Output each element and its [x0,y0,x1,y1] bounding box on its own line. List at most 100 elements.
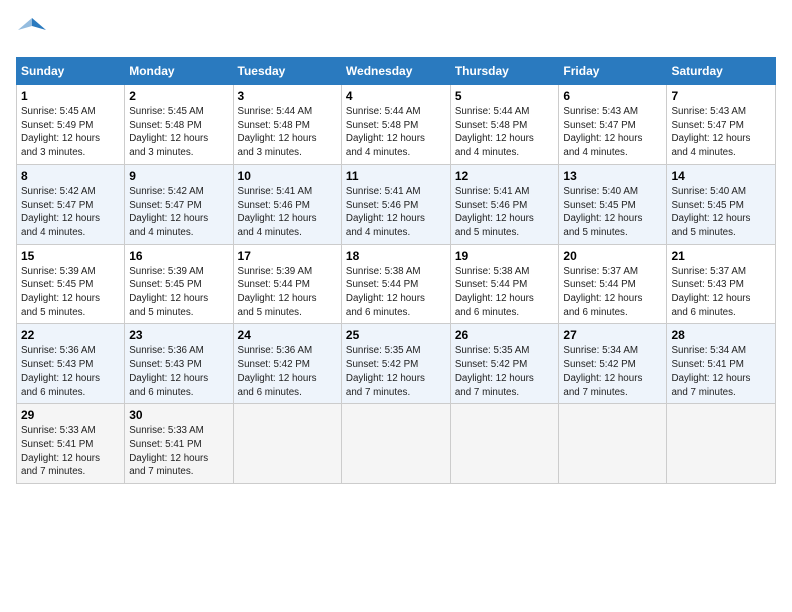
column-header-wednesday: Wednesday [341,58,450,85]
calendar-cell: 25 Sunrise: 5:35 AM Sunset: 5:42 PM Dayli… [341,324,450,404]
day-number: 21 [671,249,771,263]
day-number: 20 [563,249,662,263]
day-number: 28 [671,328,771,342]
day-number: 1 [21,89,120,103]
calendar-week-row: 22 Sunrise: 5:36 AM Sunset: 5:43 PM Dayli… [17,324,776,404]
calendar-cell [667,404,776,484]
day-number: 11 [346,169,446,183]
day-info: Sunrise: 5:34 AM Sunset: 5:42 PM Dayligh… [563,344,662,399]
day-info: Sunrise: 5:43 AM Sunset: 5:47 PM Dayligh… [671,105,771,160]
calendar-cell: 21Sunrise: 5:37 AM Sunset: 5:43 PM Dayli… [667,244,776,324]
day-info: Sunrise: 5:33 AM Sunset: 5:41 PM Dayligh… [21,424,120,479]
page-header [16,16,776,49]
day-info: Sunrise: 5:45 AM Sunset: 5:49 PM Dayligh… [21,105,120,160]
day-number: 3 [238,89,337,103]
calendar-cell: 10 Sunrise: 5:41 AM Sunset: 5:46 PM Dayli… [233,164,341,244]
day-number: 17 [238,249,337,263]
column-header-thursday: Thursday [450,58,559,85]
calendar-cell: 1 Sunrise: 5:45 AM Sunset: 5:49 PM Daylig… [17,85,125,165]
calendar-cell: 18 Sunrise: 5:38 AM Sunset: 5:44 PM Dayli… [341,244,450,324]
day-info: Sunrise: 5:38 AM Sunset: 5:44 PM Dayligh… [455,265,555,320]
day-number: 22 [21,328,120,342]
column-header-saturday: Saturday [667,58,776,85]
calendar-cell [559,404,667,484]
day-number: 8 [21,169,120,183]
calendar-header-row: SundayMondayTuesdayWednesdayThursdayFrid… [17,58,776,85]
calendar-week-row: 1 Sunrise: 5:45 AM Sunset: 5:49 PM Daylig… [17,85,776,165]
day-info: Sunrise: 5:44 AM Sunset: 5:48 PM Dayligh… [346,105,446,160]
day-info: Sunrise: 5:41 AM Sunset: 5:46 PM Dayligh… [346,185,446,240]
day-number: 9 [129,169,228,183]
day-number: 10 [238,169,337,183]
calendar-week-row: 29 Sunrise: 5:33 AM Sunset: 5:41 PM Dayli… [17,404,776,484]
day-info: Sunrise: 5:44 AM Sunset: 5:48 PM Dayligh… [238,105,337,160]
day-number: 7 [671,89,771,103]
day-number: 18 [346,249,446,263]
day-number: 19 [455,249,555,263]
calendar-cell: 26 Sunrise: 5:35 AM Sunset: 5:42 PM Dayli… [450,324,559,404]
calendar-cell: 20 Sunrise: 5:37 AM Sunset: 5:44 PM Dayli… [559,244,667,324]
day-info: Sunrise: 5:43 AM Sunset: 5:47 PM Dayligh… [563,105,662,160]
day-number: 26 [455,328,555,342]
calendar-cell: 9Sunrise: 5:42 AM Sunset: 5:47 PM Daylig… [125,164,233,244]
calendar-cell: 11 Sunrise: 5:41 AM Sunset: 5:46 PM Dayli… [341,164,450,244]
day-number: 29 [21,408,120,422]
day-number: 27 [563,328,662,342]
calendar-cell: 8 Sunrise: 5:42 AM Sunset: 5:47 PM Daylig… [17,164,125,244]
column-header-monday: Monday [125,58,233,85]
day-info: Sunrise: 5:37 AM Sunset: 5:44 PM Dayligh… [563,265,662,320]
day-info: Sunrise: 5:39 AM Sunset: 5:44 PM Dayligh… [238,265,337,320]
day-number: 13 [563,169,662,183]
calendar-cell: 22Sunrise: 5:36 AM Sunset: 5:43 PM Dayli… [17,324,125,404]
day-info: Sunrise: 5:35 AM Sunset: 5:42 PM Dayligh… [455,344,555,399]
day-info: Sunrise: 5:36 AM Sunset: 5:43 PM Dayligh… [129,344,228,399]
day-info: Sunrise: 5:41 AM Sunset: 5:46 PM Dayligh… [238,185,337,240]
day-info: Sunrise: 5:44 AM Sunset: 5:48 PM Dayligh… [455,105,555,160]
calendar-cell: 13 Sunrise: 5:40 AM Sunset: 5:45 PM Dayli… [559,164,667,244]
day-info: Sunrise: 5:35 AM Sunset: 5:42 PM Dayligh… [346,344,446,399]
day-number: 16 [129,249,228,263]
day-number: 6 [563,89,662,103]
calendar-cell [450,404,559,484]
day-info: Sunrise: 5:39 AM Sunset: 5:45 PM Dayligh… [21,265,120,320]
calendar-cell [341,404,450,484]
calendar-cell: 12 Sunrise: 5:41 AM Sunset: 5:46 PM Dayli… [450,164,559,244]
day-number: 23 [129,328,228,342]
day-number: 15 [21,249,120,263]
day-info: Sunrise: 5:38 AM Sunset: 5:44 PM Dayligh… [346,265,446,320]
calendar-cell: 24 Sunrise: 5:36 AM Sunset: 5:42 PM Dayli… [233,324,341,404]
column-header-friday: Friday [559,58,667,85]
day-info: Sunrise: 5:39 AM Sunset: 5:45 PM Dayligh… [129,265,228,320]
logo-bird-icon [18,16,46,44]
calendar-cell: 30 Sunrise: 5:33 AM Sunset: 5:41 PM Dayli… [125,404,233,484]
day-number: 4 [346,89,446,103]
day-number: 24 [238,328,337,342]
day-info: Sunrise: 5:36 AM Sunset: 5:42 PM Dayligh… [238,344,337,399]
calendar-table: SundayMondayTuesdayWednesdayThursdayFrid… [16,57,776,484]
logo-general [16,16,46,49]
calendar-cell: 15 Sunrise: 5:39 AM Sunset: 5:45 PM Dayli… [17,244,125,324]
day-number: 5 [455,89,555,103]
calendar-cell: 7 Sunrise: 5:43 AM Sunset: 5:47 PM Daylig… [667,85,776,165]
day-info: Sunrise: 5:45 AM Sunset: 5:48 PM Dayligh… [129,105,228,160]
calendar-cell: 29 Sunrise: 5:33 AM Sunset: 5:41 PM Dayli… [17,404,125,484]
calendar-cell: 6 Sunrise: 5:43 AM Sunset: 5:47 PM Daylig… [559,85,667,165]
day-number: 25 [346,328,446,342]
day-info: Sunrise: 5:33 AM Sunset: 5:41 PM Dayligh… [129,424,228,479]
day-number: 14 [671,169,771,183]
calendar-cell: 4 Sunrise: 5:44 AM Sunset: 5:48 PM Daylig… [341,85,450,165]
calendar-cell: 23 Sunrise: 5:36 AM Sunset: 5:43 PM Dayli… [125,324,233,404]
day-number: 30 [129,408,228,422]
calendar-cell: 27 Sunrise: 5:34 AM Sunset: 5:42 PM Dayli… [559,324,667,404]
column-header-tuesday: Tuesday [233,58,341,85]
calendar-cell [233,404,341,484]
day-number: 12 [455,169,555,183]
calendar-cell: 3 Sunrise: 5:44 AM Sunset: 5:48 PM Daylig… [233,85,341,165]
calendar-week-row: 15 Sunrise: 5:39 AM Sunset: 5:45 PM Dayli… [17,244,776,324]
day-info: Sunrise: 5:41 AM Sunset: 5:46 PM Dayligh… [455,185,555,240]
day-info: Sunrise: 5:42 AM Sunset: 5:47 PM Dayligh… [21,185,120,240]
day-info: Sunrise: 5:40 AM Sunset: 5:45 PM Dayligh… [563,185,662,240]
day-info: Sunrise: 5:34 AM Sunset: 5:41 PM Dayligh… [671,344,771,399]
day-number: 2 [129,89,228,103]
calendar-cell: 5 Sunrise: 5:44 AM Sunset: 5:48 PM Daylig… [450,85,559,165]
